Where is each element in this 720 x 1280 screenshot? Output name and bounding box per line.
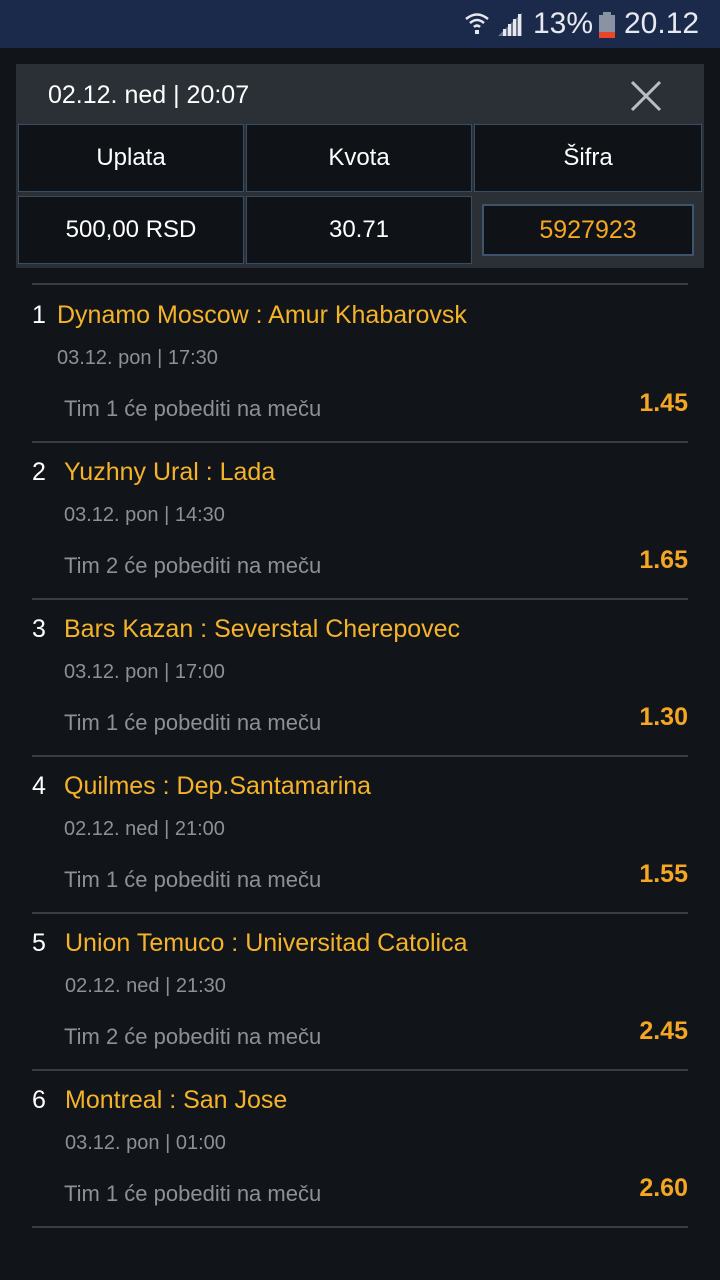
bet-number: 4: [32, 772, 46, 800]
bet-odd: 1.55: [639, 860, 688, 888]
odds-header: Kvota: [246, 124, 472, 192]
ticket-code-box: 5927923: [474, 196, 702, 264]
total-odds-value: 30.71: [246, 196, 472, 264]
battery-icon: [599, 12, 615, 38]
bet-pick: Tim 1 će pobediti na meču: [64, 1181, 322, 1206]
bet-odd: 1.30: [639, 703, 688, 731]
bet-pick: Tim 2 će pobediti na meču: [64, 1024, 322, 1049]
match-date: 03.12. pon | 14:30: [64, 504, 225, 526]
code-header: Šifra: [474, 124, 702, 192]
match-date: 03.12. pon | 17:30: [57, 347, 218, 369]
bet-pick: Tim 1 će pobediti na meču: [64, 867, 322, 892]
match-name: Bars Kazan : Severstal Cherepovec: [64, 615, 461, 643]
match-name: Dynamo Moscow : Amur Khabarovsk: [57, 301, 467, 329]
bet-odd: 2.45: [639, 1017, 688, 1045]
bet-item[interactable]: 4 Quilmes : Dep.Santamarina 02.12. ned |…: [0, 756, 720, 912]
bet-item[interactable]: 3 Bars Kazan : Severstal Cherepovec 03.1…: [0, 599, 720, 755]
stake-header: Uplata: [18, 124, 244, 192]
battery-percent: 13%: [533, 7, 594, 40]
match-date: 02.12. ned | 21:00: [64, 818, 225, 840]
close-icon[interactable]: [626, 76, 666, 116]
bet-pick: Tim 1 će pobediti na meču: [64, 710, 322, 735]
bet-item[interactable]: 6 Montreal : San Jose 03.12. pon | 01:00…: [0, 1070, 720, 1226]
bet-number: 2: [32, 458, 46, 486]
match-name: Union Temuco : Universitad Catolica: [65, 929, 468, 957]
bet-pick: Tim 2 će pobediti na meču: [64, 553, 322, 578]
bet-number: 5: [32, 929, 46, 957]
bet-item[interactable]: 5 Union Temuco : Universitad Catolica 02…: [0, 913, 720, 1069]
ticket-datetime: 02.12. ned | 20:07: [48, 81, 250, 109]
wifi-icon: [465, 13, 489, 34]
match-date: 03.12. pon | 01:00: [65, 1132, 226, 1154]
divider: [32, 1226, 688, 1228]
match-name: Quilmes : Dep.Santamarina: [64, 772, 372, 800]
bet-item[interactable]: 1 Dynamo Moscow : Amur Khabarovsk 03.12.…: [0, 285, 720, 441]
bet-odd: 1.45: [639, 389, 688, 417]
match-date: 02.12. ned | 21:30: [65, 975, 226, 997]
bet-item[interactable]: 2 Yuzhny Ural : Lada 03.12. pon | 14:30 …: [0, 442, 720, 598]
ticket-code[interactable]: 5927923: [482, 204, 694, 256]
match-name: Montreal : San Jose: [65, 1086, 288, 1114]
match-name: Yuzhny Ural : Lada: [64, 458, 276, 486]
bet-odd: 2.60: [639, 1174, 688, 1202]
bet-number: 1: [32, 301, 46, 329]
status-bar: 13% 20.12: [0, 0, 720, 48]
match-date: 03.12. pon | 17:00: [64, 661, 225, 683]
bet-number: 6: [32, 1086, 46, 1114]
bet-odd: 1.65: [639, 546, 688, 574]
bet-number: 3: [32, 615, 46, 643]
signal-icon: [498, 13, 522, 36]
bet-pick: Tim 1 će pobediti na meču: [64, 396, 322, 421]
status-time: 20.12: [624, 7, 700, 40]
stake-value: 500,00 RSD: [18, 196, 244, 264]
